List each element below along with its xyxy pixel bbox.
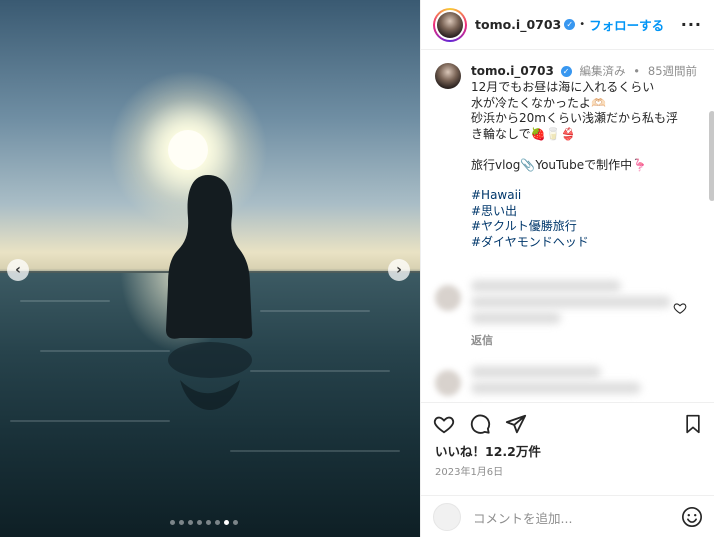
reply-button[interactable]: 返信 [471, 332, 493, 348]
carousel-dot [215, 520, 220, 525]
add-comment-bar: コメントを追加... [421, 495, 714, 537]
caption-text: 12月でもお昼は海に入れるくらい 水が冷たくなかったよ🫶🏻 砂浜から20mくらい… [471, 80, 678, 172]
verified-icon: ✓ [564, 19, 576, 30]
blurred-text [471, 296, 671, 308]
separator-dot: • [579, 19, 586, 30]
carousel-indicator [170, 520, 238, 525]
blurred-text [471, 382, 641, 394]
follow-button[interactable]: フォローする [589, 15, 664, 34]
post-date[interactable]: 2023年1月6日 [421, 460, 714, 478]
comment-icon[interactable] [469, 413, 491, 435]
caption: tomo.i_0703 ✓ 編集済み • 85週間前 12月でもお昼は海に入れる… [421, 51, 714, 250]
blurred-text [471, 366, 601, 378]
bookmark-icon[interactable] [683, 413, 703, 435]
comment-avatar[interactable] [435, 285, 461, 311]
comment-avatar[interactable] [435, 370, 461, 396]
blurred-text [471, 280, 621, 292]
carousel-dot [233, 520, 238, 525]
post-photo[interactable]: ‹ › [0, 0, 420, 537]
post-sidebar: tomo.i_0703 ✓ • フォローする ··· tomo.i_0703 ✓… [420, 0, 714, 537]
wave [20, 300, 110, 302]
separator-dot: • [633, 64, 641, 78]
carousel-dot [188, 520, 193, 525]
share-icon[interactable] [505, 413, 527, 435]
carousel-dot [179, 520, 184, 525]
wave [40, 350, 170, 352]
comment-input[interactable]: コメントを追加... [473, 508, 572, 527]
carousel-dot [206, 520, 211, 525]
emoji-icon[interactable] [681, 506, 703, 528]
carousel-dot [170, 520, 175, 525]
heart-icon[interactable] [433, 413, 455, 435]
like-count[interactable]: いいね！12.2万件 [421, 435, 714, 460]
avatar[interactable] [437, 11, 463, 38]
current-user-avatar [433, 503, 461, 531]
comment-heart-icon[interactable] [673, 301, 687, 315]
caption-username[interactable]: tomo.i_0703 [471, 64, 554, 78]
post-header: tomo.i_0703 ✓ • フォローする ··· [421, 0, 714, 50]
blurred-text [471, 312, 561, 324]
comments-area[interactable]: tomo.i_0703 ✓ 編集済み • 85週間前 12月でもお昼は海に入れる… [421, 51, 714, 401]
carousel-dot [224, 520, 229, 525]
hashtag-link[interactable]: #ヤクルト優勝旅行 [471, 219, 697, 235]
scrollbar[interactable] [709, 111, 714, 201]
edited-label: 編集済み [579, 64, 626, 78]
username-link[interactable]: tomo.i_0703 [475, 17, 561, 32]
verified-icon: ✓ [560, 66, 572, 77]
hashtag-link[interactable]: #Hawaii [471, 188, 697, 204]
caption-avatar[interactable] [435, 63, 461, 89]
carousel-dot [197, 520, 202, 525]
post-actions: いいね！12.2万件 2023年1月6日 コメントを追加... [421, 402, 714, 537]
wave [10, 420, 170, 422]
story-ring[interactable] [433, 7, 467, 42]
carousel-next-button[interactable]: › [388, 259, 410, 281]
time-ago[interactable]: 85週間前 [648, 64, 697, 78]
hashtag-link[interactable]: #思い出 [471, 204, 697, 220]
person-silhouette [166, 175, 253, 410]
more-icon[interactable]: ··· [681, 15, 702, 34]
hashtag-link[interactable]: #ダイヤモンドヘッド [471, 235, 697, 251]
wave [250, 370, 390, 372]
carousel-prev-button[interactable]: ‹ [7, 259, 29, 281]
sun [168, 130, 208, 170]
wave [260, 310, 370, 312]
hashtag-list: #Hawaii #思い出 #ヤクルト優勝旅行 #ダイヤモンドヘッド [471, 188, 697, 250]
